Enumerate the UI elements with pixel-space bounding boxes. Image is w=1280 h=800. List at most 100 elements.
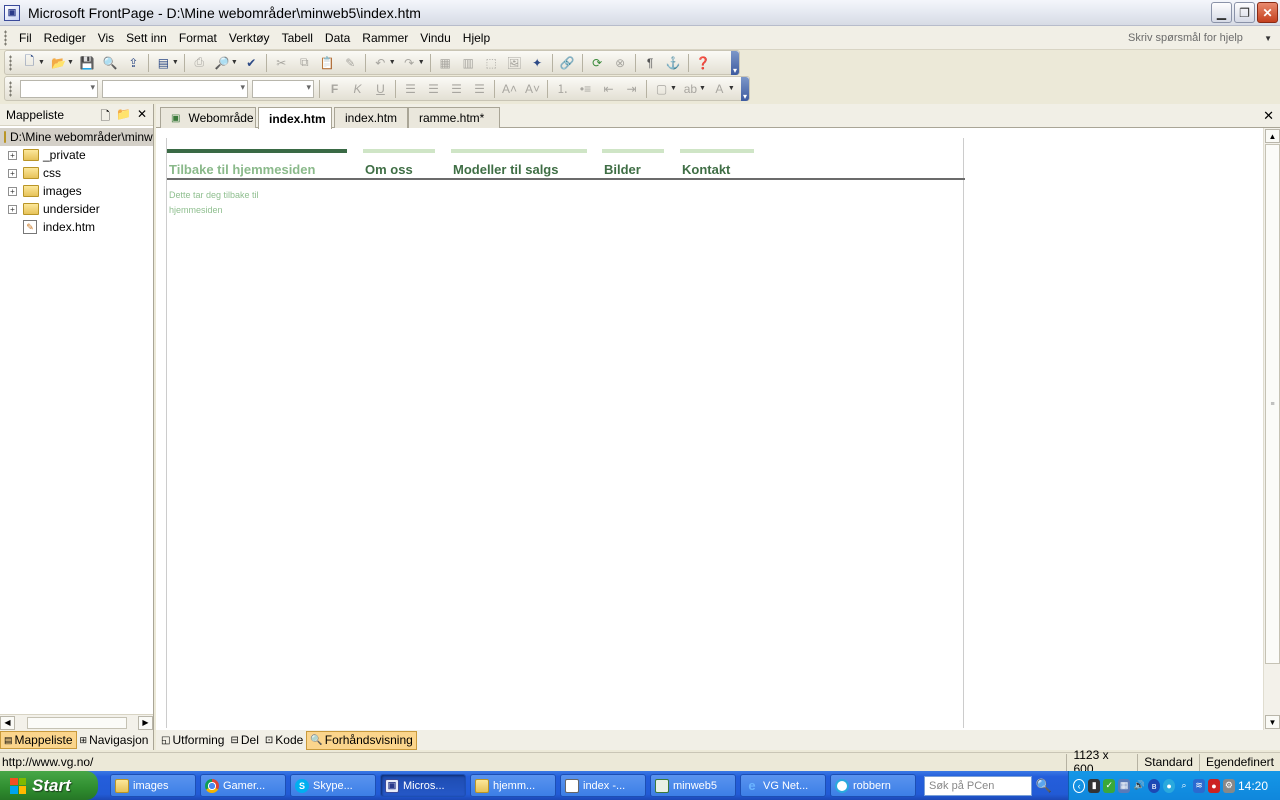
close-icon[interactable]: ✕ [137,107,147,128]
scroll-thumb[interactable]: ≡ [1265,144,1280,664]
align-center-icon[interactable]: ☰ [425,80,443,98]
page-preview[interactable]: Tilbake til hjemmesiden Om oss Modeller … [156,128,1262,730]
italic-icon[interactable]: K [349,80,367,98]
font-color-icon[interactable]: A [710,80,728,98]
wireless-icon[interactable]: ≋ [1193,778,1206,793]
msn-tray-icon[interactable]: ● [1163,778,1176,793]
task-index[interactable]: index -... [560,774,646,797]
toolbar-grip[interactable] [4,29,7,46]
font-select[interactable] [102,79,248,98]
task-frontpage[interactable]: ▣ Micros... [380,774,466,797]
tab-index[interactable]: index.htm [334,107,408,128]
tab-mappeliste[interactable]: ▤ Mappeliste [0,731,77,749]
menu-fil[interactable]: Fil [13,31,38,45]
new-page-icon[interactable]: 🗋 [21,54,39,72]
status-custom[interactable]: Egendefinert [1198,753,1280,771]
decrease-indent-icon[interactable]: ⇤ [600,80,618,98]
open-icon[interactable]: 📂 [49,54,67,72]
menu-vis[interactable]: Vis [92,31,120,45]
chevron-down-icon[interactable]: ▼ [728,85,735,92]
task-vg[interactable]: e VG Net... [740,774,826,797]
status-resolution[interactable]: 1123 x 600 [1066,748,1137,776]
scroll-down-icon[interactable]: ▼ [1265,715,1280,729]
tree-item-undersider[interactable]: + undersider [0,200,153,218]
chevron-down-icon[interactable]: ▼ [38,59,45,66]
expand-icon[interactable]: + [8,204,17,214]
antivirus-icon[interactable]: ● [1208,778,1220,793]
preview-icon[interactable]: 🔎 [213,54,231,72]
spelling-icon[interactable]: ✔ [242,54,260,72]
tree-item-private[interactable]: + _private [0,146,153,164]
undo-icon[interactable]: ↶ [371,54,389,72]
menu-tabell[interactable]: Tabell [276,31,319,45]
expand-icon[interactable]: + [8,168,17,178]
menu-vindu[interactable]: Vindu [414,31,456,45]
toolbar-options-icon[interactable]: ▾ [741,76,749,101]
scroll-left-icon[interactable]: ◀ [0,715,15,730]
underline-icon[interactable]: U [372,80,390,98]
numbering-icon[interactable]: ⒈ [554,80,572,98]
style-select[interactable] [20,79,98,98]
scroll-up-icon[interactable]: ▲ [1265,129,1280,143]
tab-utforming[interactable]: ◱ Utforming [158,731,227,750]
align-left-icon[interactable]: ☰ [402,80,420,98]
menu-hjelp[interactable]: Hjelp [457,31,496,45]
hyperlink-icon[interactable]: 🔗 [558,54,576,72]
chevron-down-icon[interactable]: ▼ [389,59,396,66]
search-icon[interactable]: 🔍 [101,54,119,72]
tab-navigasjon[interactable]: ⊞ Navigasjon [77,731,152,749]
nav-modeller[interactable]: Modeller til salgs [451,149,587,177]
nav-bilder[interactable]: Bilder [602,149,664,177]
save-icon[interactable]: 💾 [78,54,96,72]
clock[interactable]: 14:20 [1238,779,1268,793]
toolbar-grip[interactable] [9,54,12,71]
bullets-icon[interactable]: •≡ [577,80,595,98]
menu-format[interactable]: Format [173,31,223,45]
task-chrome[interactable]: Gamer... [200,774,286,797]
stop-icon[interactable]: ⊗ [611,54,629,72]
task-minweb5[interactable]: minweb5 [650,774,736,797]
insert-component-icon[interactable]: ▤ [154,54,172,72]
nav-tilbake[interactable]: Tilbake til hjemmesiden [167,149,347,177]
update-icon[interactable]: ⚙ [1222,778,1235,793]
menu-data[interactable]: Data [319,31,356,45]
tree-item-css[interactable]: + css [0,164,153,182]
show-all-icon[interactable]: ¶ [641,54,659,72]
align-right-icon[interactable]: ☰ [448,80,466,98]
tab-forhandsvisning[interactable]: 🔍 Forhåndsvisning [306,730,417,750]
tab-ramme[interactable]: ramme.htm* [408,107,500,128]
chevron-down-icon[interactable]: ▼ [172,59,179,66]
cut-icon[interactable]: ✂ [272,54,290,72]
scroll-thumb[interactable] [26,716,127,729]
nav-om-oss[interactable]: Om oss [363,149,435,177]
scroll-right-icon[interactable]: ▶ [138,715,153,730]
toolbar-grip[interactable] [9,80,12,97]
usb-icon[interactable]: ▮ [1088,778,1101,793]
paste-icon[interactable]: 📋 [318,54,336,72]
help-icon[interactable]: ❓ [694,54,712,72]
insert-table-icon[interactable]: ▥ [459,54,477,72]
search-tray-icon[interactable]: ⌕ [1178,779,1190,793]
close-button[interactable]: ✕ [1257,2,1278,23]
bluetooth-icon[interactable]: ʙ [1148,778,1161,793]
increase-font-icon[interactable]: A˄ [501,80,519,98]
tab-del[interactable]: ⊟ Del [227,731,261,750]
borders-icon[interactable]: ▢ [653,80,671,98]
new-folder-icon[interactable]: 📁 [116,107,131,128]
horizontal-scrollbar[interactable]: ◀ ▶ [0,714,153,730]
frontpage-icon[interactable]: ▣ [4,4,20,21]
security-icon[interactable]: ✓ [1103,778,1116,793]
search-icon[interactable]: 🔍 [1034,776,1054,796]
bookmark-icon[interactable]: ⚓ [664,54,682,72]
chevron-down-icon[interactable]: ▼ [699,85,706,92]
web-component-icon[interactable]: ▦ [436,54,454,72]
bold-icon[interactable]: F [326,80,344,98]
chevron-down-icon[interactable]: ▼ [670,85,677,92]
nav-kontakt[interactable]: Kontakt [680,149,754,177]
expand-icon[interactable]: + [8,150,17,160]
menu-rammer[interactable]: Rammer [356,31,414,45]
decrease-font-icon[interactable]: A˅ [524,80,542,98]
drawing-icon[interactable]: ✦ [528,54,546,72]
insert-picture-icon[interactable]: 🖼 [505,54,523,72]
insert-layer-icon[interactable]: ⬚ [482,54,500,72]
